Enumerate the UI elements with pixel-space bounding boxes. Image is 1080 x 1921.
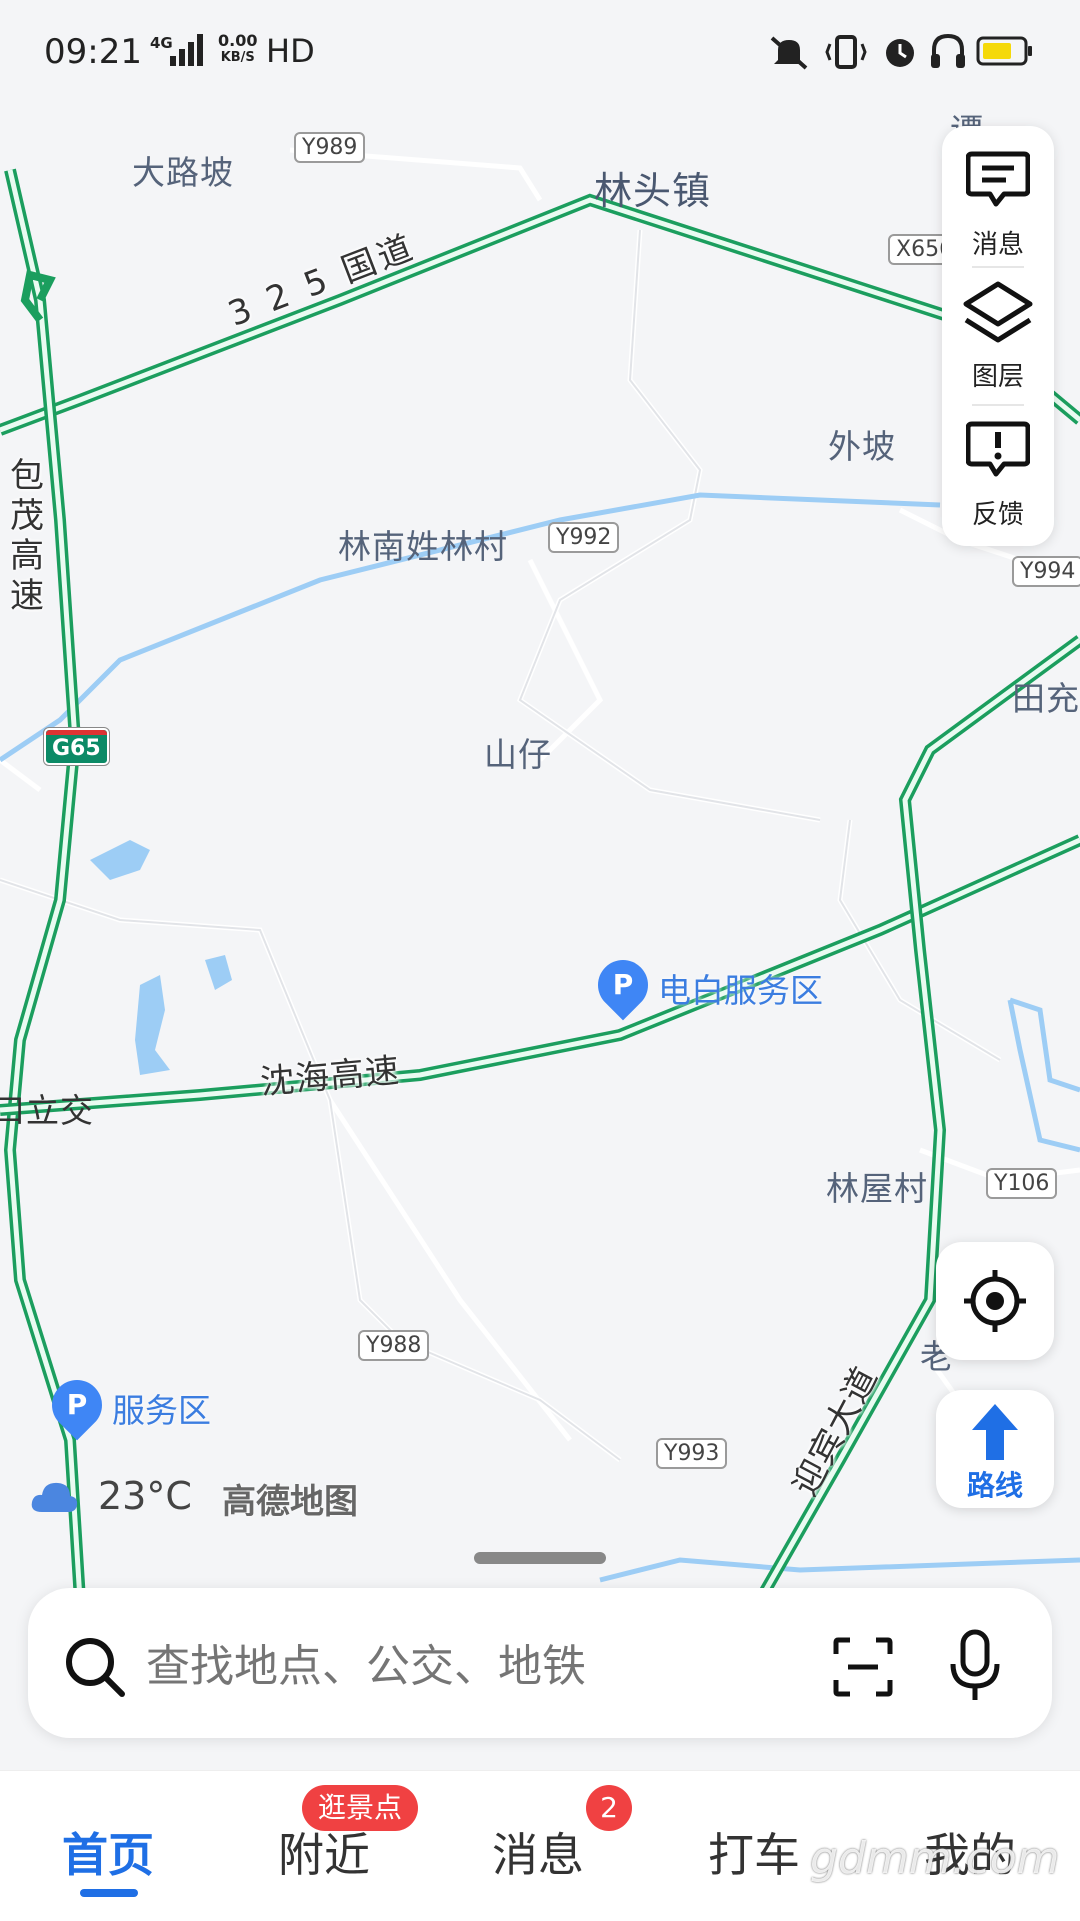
place-label-shanzai[interactable]: 山仔 bbox=[484, 728, 552, 776]
drag-handle[interactable] bbox=[474, 1552, 606, 1564]
bottom-tab-bar: 首页 附近 逛景点 消息 2 打车 我的 gdmm.com bbox=[0, 1770, 1080, 1921]
road-shield-y106: Y106 bbox=[986, 1168, 1058, 1199]
messages-button[interactable]: 消息 bbox=[942, 140, 1054, 270]
battery-icon bbox=[976, 36, 1034, 70]
feedback-icon bbox=[966, 421, 1030, 477]
road-shield-y992: Y992 bbox=[548, 522, 620, 553]
cloud-icon bbox=[30, 1478, 78, 1518]
road-shield-y994: Y994 bbox=[1012, 556, 1080, 587]
search-input[interactable] bbox=[144, 1630, 828, 1702]
route-arrow-icon bbox=[972, 1404, 1018, 1460]
layers-label: 图层 bbox=[971, 362, 1024, 392]
road-label-baomao: 包茂高速 bbox=[10, 456, 44, 616]
divider bbox=[972, 266, 1024, 268]
lakes bbox=[90, 840, 232, 1075]
place-label-lintouzhen[interactable]: 林头镇 bbox=[594, 160, 711, 215]
layers-icon bbox=[963, 281, 1033, 343]
tab-home[interactable]: 首页 bbox=[62, 1819, 154, 1885]
net-speed-value: 0.00 bbox=[218, 31, 258, 50]
place-label-lijiao[interactable]: 口立交 bbox=[0, 1084, 94, 1132]
route-label: 路线 bbox=[966, 1469, 1023, 1502]
mute-icon bbox=[768, 34, 810, 74]
map-side-panel: 消息 图层 反馈 bbox=[942, 126, 1054, 546]
locate-icon bbox=[964, 1270, 1026, 1332]
route-button[interactable]: 路线 bbox=[936, 1390, 1054, 1508]
messages-label: 消息 bbox=[971, 230, 1024, 260]
minor-road-edges bbox=[0, 229, 1001, 1461]
place-label-waipo[interactable]: 外坡 bbox=[828, 420, 896, 468]
headphones-icon bbox=[928, 32, 968, 74]
nearby-badge: 逛景点 bbox=[302, 1785, 418, 1831]
search-bar[interactable] bbox=[28, 1588, 1052, 1738]
microphone-icon[interactable] bbox=[948, 1628, 1002, 1704]
amap-logo: 高德地图 bbox=[222, 1482, 358, 1522]
road-shield-y988: Y988 bbox=[358, 1330, 430, 1361]
road-shield-y989: Y989 bbox=[294, 132, 366, 163]
tab-taxi[interactable]: 打车 bbox=[708, 1819, 800, 1885]
hd-indicator: HD bbox=[266, 32, 315, 70]
parking-icon: P bbox=[612, 968, 634, 1001]
scan-icon[interactable] bbox=[832, 1636, 894, 1698]
watermark: gdmm.com bbox=[810, 1833, 1060, 1884]
poi-label-service[interactable]: 服务区 bbox=[112, 1384, 211, 1432]
place-label-linwucun[interactable]: 林屋村 bbox=[826, 1162, 928, 1210]
status-time: 09:21 bbox=[44, 32, 142, 72]
poi-pin-dianbai[interactable]: P bbox=[587, 949, 659, 1021]
road-shield-y993: Y993 bbox=[656, 1438, 728, 1469]
weather-temp[interactable]: 23°C bbox=[98, 1474, 192, 1518]
road-shield-g65: G65 bbox=[44, 728, 109, 765]
message-icon bbox=[966, 151, 1030, 207]
messages-badge: 2 bbox=[586, 1785, 632, 1831]
minor-roads bbox=[0, 147, 1080, 1501]
status-bar: 09:21 4G 0.00 KB/S HD bbox=[0, 0, 1080, 100]
active-tab-indicator bbox=[80, 1889, 138, 1897]
feedback-button[interactable]: 反馈 bbox=[942, 414, 1054, 544]
net-speed: 0.00 KB/S bbox=[218, 32, 257, 66]
tab-messages[interactable]: 消息 bbox=[492, 1819, 584, 1885]
place-label-dalupo[interactable]: 大路坡 bbox=[132, 146, 234, 194]
layers-button[interactable]: 图层 bbox=[942, 276, 1054, 406]
net-speed-unit: KB/S bbox=[220, 50, 255, 65]
parking-icon: P bbox=[66, 1388, 88, 1421]
locate-button[interactable] bbox=[936, 1242, 1054, 1360]
place-label-linnan[interactable]: 林南姓林村 bbox=[338, 520, 508, 568]
feedback-label: 反馈 bbox=[971, 500, 1024, 530]
poi-pin-service[interactable]: P bbox=[41, 1369, 113, 1441]
poi-label-dianbai[interactable]: 电白服务区 bbox=[658, 964, 823, 1012]
place-label-tianchong[interactable]: 田充 bbox=[1012, 672, 1080, 720]
divider bbox=[972, 404, 1024, 406]
alarm-icon bbox=[880, 32, 920, 74]
search-icon bbox=[66, 1638, 125, 1697]
signal-icon bbox=[170, 34, 206, 70]
vibrate-icon bbox=[824, 34, 868, 74]
